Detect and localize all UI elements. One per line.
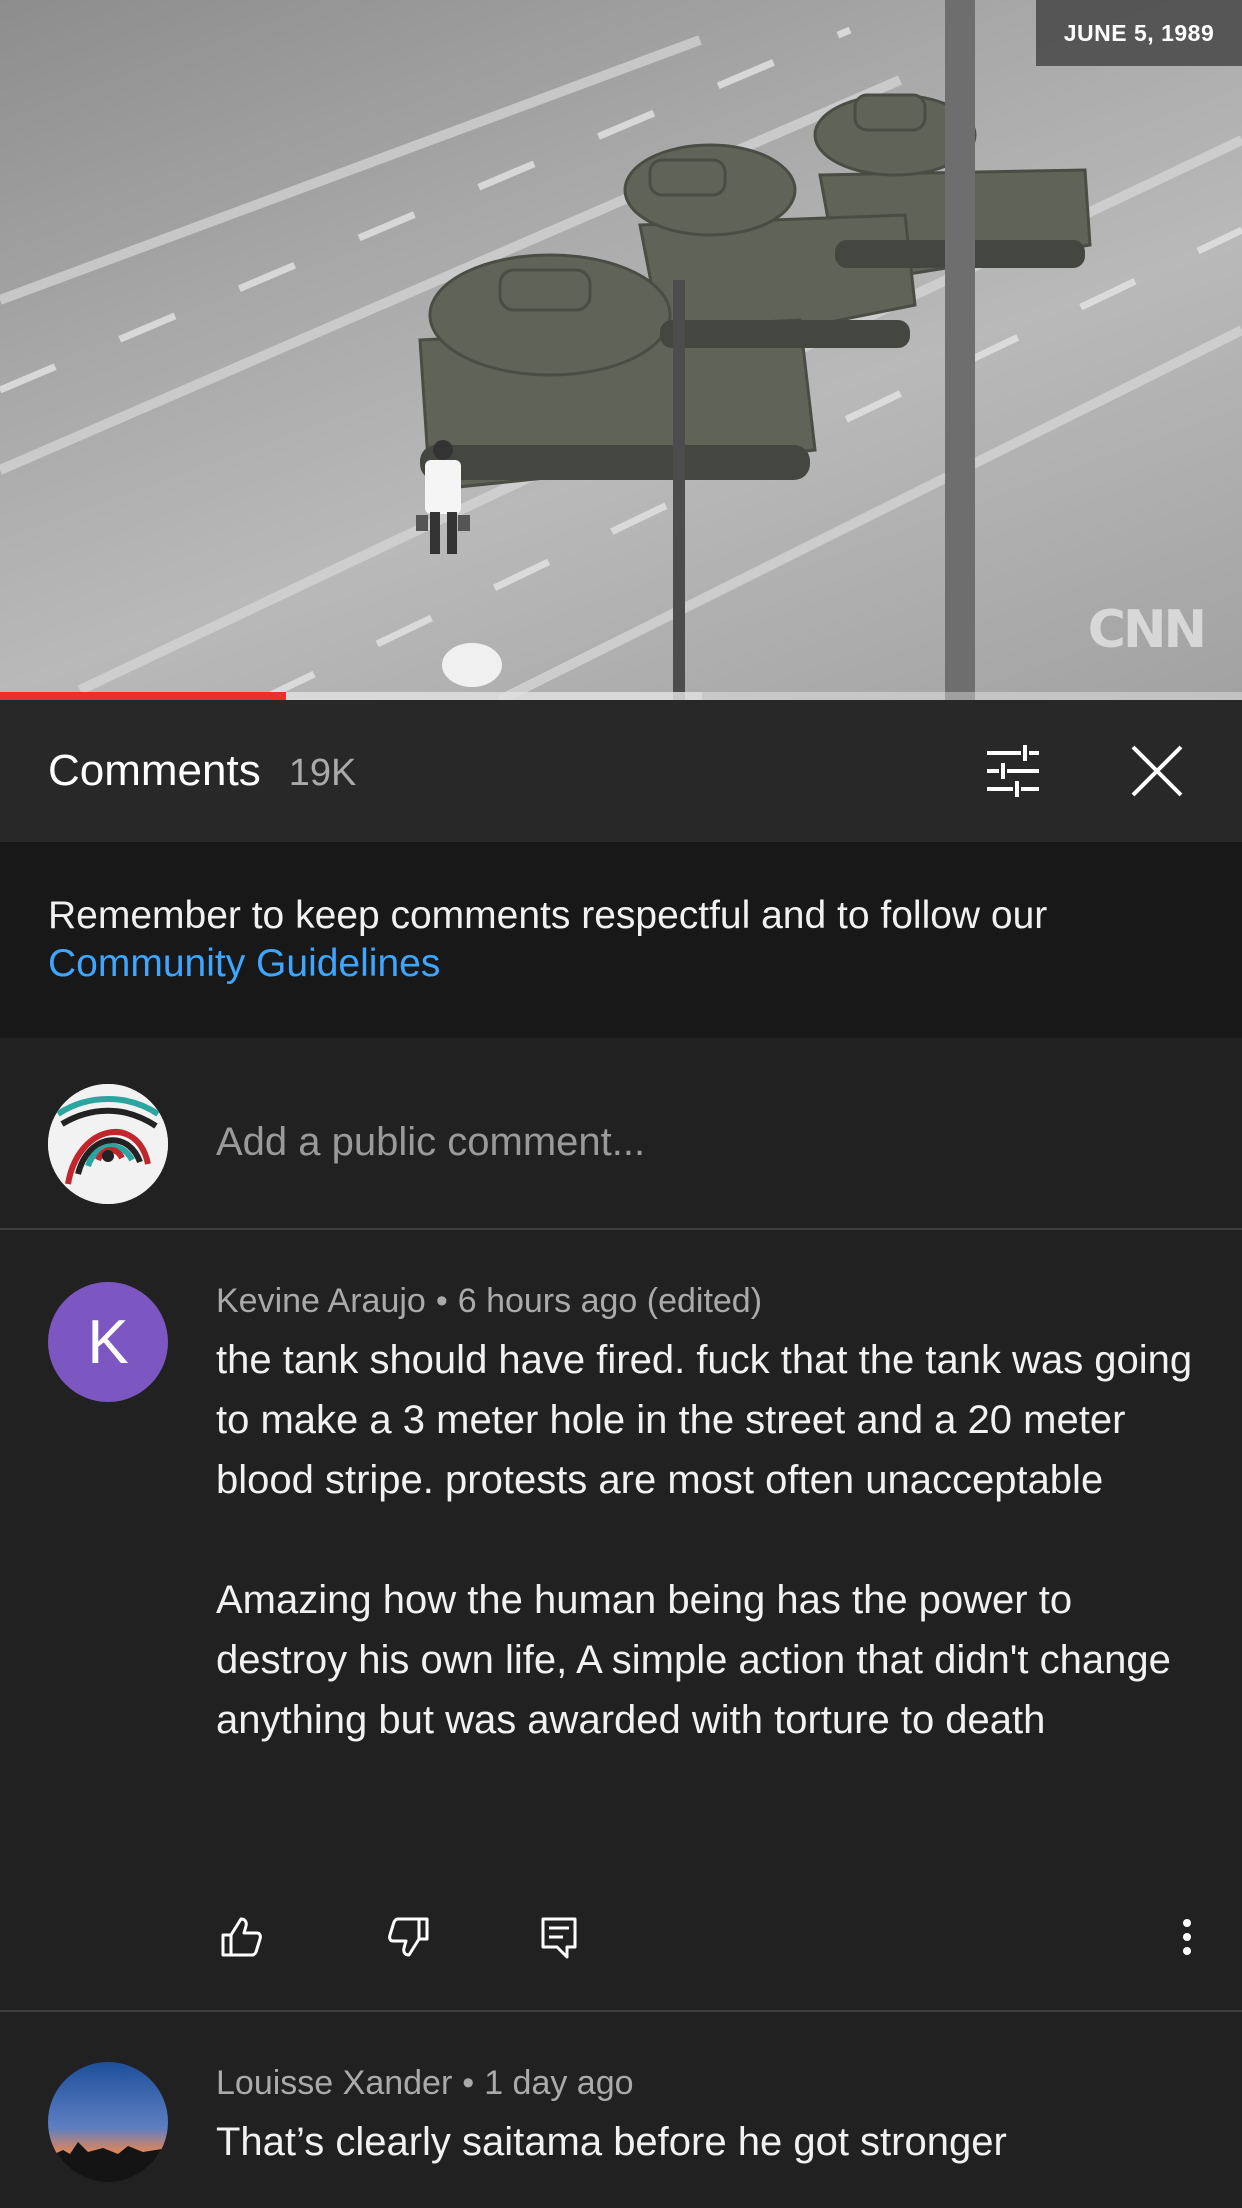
played-bar [0, 692, 286, 700]
close-icon [1131, 745, 1183, 797]
comment-author[interactable]: Kevine Araujo [216, 1282, 426, 1320]
comment-item: Louisse Xander • 1 day ago That’s clearly … [0, 2012, 1242, 2208]
add-comment-input[interactable] [216, 1120, 1176, 1165]
commenter-avatar[interactable]: K [48, 1282, 168, 1402]
fractal-avatar-image [48, 1084, 168, 1204]
comment-paragraph: That’s clearly saitama before he got str… [216, 2120, 1007, 2164]
comment-paragraph: the tank should have fired. fuck that th… [216, 1338, 1193, 1502]
comment-meta: Louisse Xander • 1 day ago [216, 2064, 634, 2102]
close-comments-button[interactable] [1112, 700, 1202, 842]
guidelines-banner: Remember to keep comments respectful and… [0, 842, 1242, 1038]
comment-body: That’s clearly saitama before he got str… [216, 2112, 1196, 2172]
video-progress-bar[interactable] [0, 692, 1242, 700]
cnn-watermark: CNN [1087, 600, 1207, 660]
comment-actions [216, 1912, 1216, 1972]
dislike-button[interactable] [384, 1912, 434, 1962]
reply-icon [541, 1917, 577, 1959]
comment-body: the tank should have fired. fuck that th… [216, 1330, 1196, 1750]
sort-comments-button[interactable] [968, 700, 1058, 842]
comment-item: K Kevine Araujo • 6 hours ago (edited) the… [0, 1230, 1242, 2010]
current-user-avatar[interactable] [48, 1084, 168, 1204]
comment-author[interactable]: Louisse Xander [216, 2064, 452, 2102]
video-frame [0, 0, 1242, 700]
like-button[interactable] [216, 1912, 266, 1962]
sort-filter-icon [987, 745, 1039, 797]
avatar-letter: K [87, 1307, 129, 1377]
more-options-button[interactable] [1162, 1912, 1212, 1962]
comments-title: Comments [48, 746, 261, 795]
add-comment-row [0, 1038, 1242, 1230]
video-player[interactable]: JUNE 5, 1989 CNN [0, 0, 1242, 700]
comment-time: 1 day ago [484, 2064, 634, 2102]
commenter-avatar[interactable] [48, 2062, 168, 2182]
comments-count: 19K [288, 751, 357, 794]
more-icon [1183, 1919, 1191, 1955]
dislike-icon [388, 1917, 429, 1957]
community-guidelines-link[interactable]: Community Guidelines [48, 940, 1194, 988]
reply-button[interactable] [534, 1912, 584, 1962]
sunset-avatar-image [48, 2062, 168, 2182]
comment-meta: Kevine Araujo • 6 hours ago (edited) [216, 1282, 763, 1320]
guidelines-text: Remember to keep comments respectful and… [48, 894, 1048, 937]
comments-header: Comments 19K [0, 700, 1242, 842]
comment-paragraph: Amazing how the human being has the powe… [216, 1578, 1171, 1742]
like-icon [221, 1917, 262, 1957]
comment-time: 6 hours ago (edited) [457, 1282, 763, 1320]
date-overlay: JUNE 5, 1989 [1036, 0, 1242, 66]
